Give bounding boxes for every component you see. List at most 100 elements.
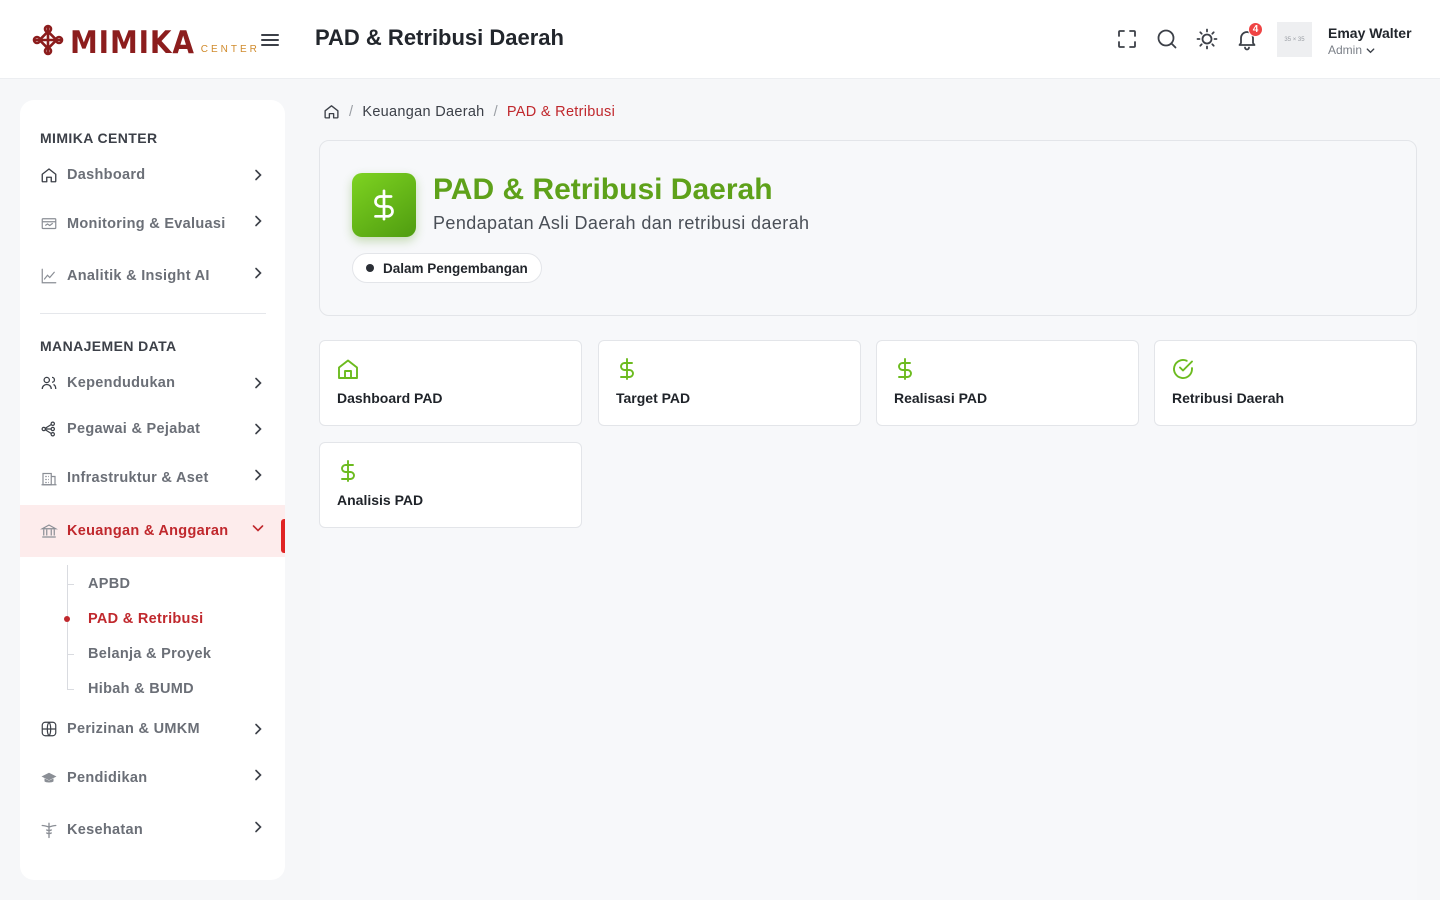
- sidebar-item-dashboard[interactable]: Dashboard: [20, 155, 285, 195]
- chevron-right-icon: [255, 769, 262, 781]
- globe-icon: [41, 721, 57, 737]
- chart-icon: [41, 268, 57, 284]
- breadcrumb-separator: /: [349, 103, 354, 120]
- status-label: Dalam Pengembangan: [383, 260, 528, 276]
- chevron-right-icon: [255, 377, 262, 389]
- home-icon: [41, 168, 57, 183]
- sidebar-item-label: Pegawai & Pejabat: [67, 421, 201, 437]
- submenu-tick: [67, 653, 74, 655]
- sidebar-item-pendidikan[interactable]: Pendidikan: [20, 758, 285, 798]
- chevron-right-icon: [255, 267, 262, 279]
- sidebar-section-title: MIMIKA CENTER: [40, 130, 158, 146]
- card-label: Analisis PAD: [337, 492, 424, 508]
- card-label: Target PAD: [616, 390, 691, 406]
- chevron-right-icon: [255, 723, 262, 735]
- submenu-item-apbd[interactable]: APBD: [67, 572, 130, 596]
- submenu-tick: [67, 688, 74, 690]
- chevron-down-icon: [1366, 47, 1375, 53]
- card-dashboard-pad[interactable]: Dashboard PAD: [319, 340, 582, 426]
- graduation-cap-icon: [41, 772, 57, 783]
- sidebar-item-infrastruktur[interactable]: Infrastruktur & Aset: [20, 458, 285, 498]
- chevron-right-icon: [255, 423, 262, 435]
- page-title: PAD & Retribusi Daerah: [315, 25, 564, 50]
- card-analisis-pad[interactable]: Analisis PAD: [319, 442, 582, 528]
- active-dot: [64, 616, 70, 622]
- user-role-label: Admin: [1328, 43, 1363, 57]
- sidebar-item-label: Infrastruktur & Aset: [67, 470, 209, 486]
- breadcrumb-separator: /: [493, 103, 498, 120]
- dollar-icon: [620, 358, 634, 380]
- dollar-icon: [374, 189, 394, 221]
- sidebar-item-label: Kesehatan: [67, 822, 144, 838]
- status-dot: [366, 264, 374, 272]
- card-label: Realisasi PAD: [894, 390, 988, 406]
- users-icon: [41, 376, 57, 390]
- hamburger-menu-icon[interactable]: [258, 28, 282, 52]
- submenu-item-label: APBD: [88, 576, 131, 592]
- submenu-item-pad-retribusi[interactable]: PAD & Retribusi: [64, 607, 204, 631]
- card-realisasi-pad[interactable]: Realisasi PAD: [876, 340, 1139, 426]
- breadcrumb-current: PAD & Retribusi: [506, 103, 616, 120]
- sidebar-item-keuangan[interactable]: Keuangan & Anggaran: [20, 505, 285, 557]
- hero-title: PAD & Retribusi Daerah: [433, 173, 773, 206]
- card-label: Retribusi Daerah: [1172, 390, 1285, 406]
- monitor-icon: [41, 218, 57, 230]
- sidebar-item-kesehatan[interactable]: Kesehatan: [20, 810, 285, 850]
- user-role-dropdown[interactable]: Admin: [1328, 43, 1376, 57]
- caduceus-icon: [41, 822, 57, 839]
- home-icon[interactable]: [323, 103, 340, 120]
- sidebar-section-title: MANAJEMEN DATA: [40, 338, 177, 354]
- dollar-icon: [341, 460, 355, 482]
- search-icon[interactable]: [1155, 27, 1179, 51]
- chevron-right-icon: [255, 169, 262, 181]
- top-header: MIMIKA CENTER PAD & Retribusi Daerah 4 3…: [0, 0, 1440, 79]
- sidebar-item-label: Monitoring & Evaluasi: [67, 216, 226, 232]
- submenu-item-label: PAD & Retribusi: [88, 611, 204, 627]
- submenu-tick: [67, 583, 74, 585]
- sidebar-item-label: Keuangan & Anggaran: [67, 523, 229, 539]
- chevron-right-icon: [255, 215, 262, 227]
- active-indicator: [281, 519, 285, 553]
- sidebar-item-pegawai[interactable]: Pegawai & Pejabat: [20, 409, 285, 449]
- home-icon: [338, 359, 358, 379]
- breadcrumb: / Keuangan Daerah / PAD & Retribusi: [323, 103, 615, 120]
- org-icon: [41, 421, 56, 437]
- logo-subtext: CENTER: [200, 44, 260, 55]
- logo[interactable]: MIMIKA CENTER: [30, 22, 260, 61]
- theme-toggle-icon[interactable]: [1195, 27, 1219, 51]
- hero-subtitle: Pendapatan Asli Daerah dan retribusi dae…: [433, 213, 810, 233]
- sidebar-item-kependudukan[interactable]: Kependudukan: [20, 363, 285, 403]
- fullscreen-icon[interactable]: [1115, 27, 1139, 51]
- card-label: Dashboard PAD: [337, 390, 443, 406]
- submenu-item-label: Belanja & Proyek: [88, 646, 212, 662]
- sidebar-divider: [40, 313, 266, 314]
- submenu-item-belanja[interactable]: Belanja & Proyek: [67, 642, 211, 666]
- building-icon: [41, 472, 57, 486]
- card-target-pad[interactable]: Target PAD: [598, 340, 861, 426]
- sidebar-item-label: Kependudukan: [67, 375, 176, 391]
- notification-badge: 4: [1248, 22, 1263, 37]
- status-badge: Dalam Pengembangan: [352, 253, 542, 283]
- submenu-item-hibah[interactable]: Hibah & BUMD: [67, 677, 194, 701]
- card-retribusi-daerah[interactable]: Retribusi Daerah: [1154, 340, 1417, 426]
- chevron-right-icon: [255, 469, 262, 481]
- logo-mark-icon: [32, 24, 64, 56]
- hero-icon-tile: [352, 173, 416, 237]
- avatar[interactable]: 35 × 35: [1277, 22, 1312, 57]
- sidebar-item-label: Dashboard: [67, 167, 146, 183]
- sidebar-item-analitik[interactable]: Analitik & Insight AI: [20, 256, 285, 296]
- bank-icon: [40, 524, 58, 538]
- sidebar-item-label: Pendidikan: [67, 770, 148, 786]
- user-name[interactable]: Emay Walter: [1328, 25, 1412, 41]
- logo-text: MIMIKA: [70, 25, 195, 61]
- dollar-icon: [898, 358, 912, 380]
- breadcrumb-parent-link[interactable]: Keuangan Daerah: [362, 104, 484, 120]
- submenu-item-label: Hibah & BUMD: [88, 681, 194, 697]
- check-circle-icon: [1173, 359, 1193, 379]
- sidebar: MIMIKA CENTER Dashboard Monitoring & Eva…: [20, 100, 285, 880]
- sidebar-item-label: Analitik & Insight AI: [67, 268, 210, 284]
- sidebar-item-perizinan[interactable]: Perizinan & UMKM: [20, 709, 285, 749]
- sidebar-item-monitoring[interactable]: Monitoring & Evaluasi: [20, 204, 285, 244]
- hero-panel: PAD & Retribusi Daerah Pendapatan Asli D…: [319, 140, 1417, 316]
- chevron-right-icon: [255, 821, 262, 833]
